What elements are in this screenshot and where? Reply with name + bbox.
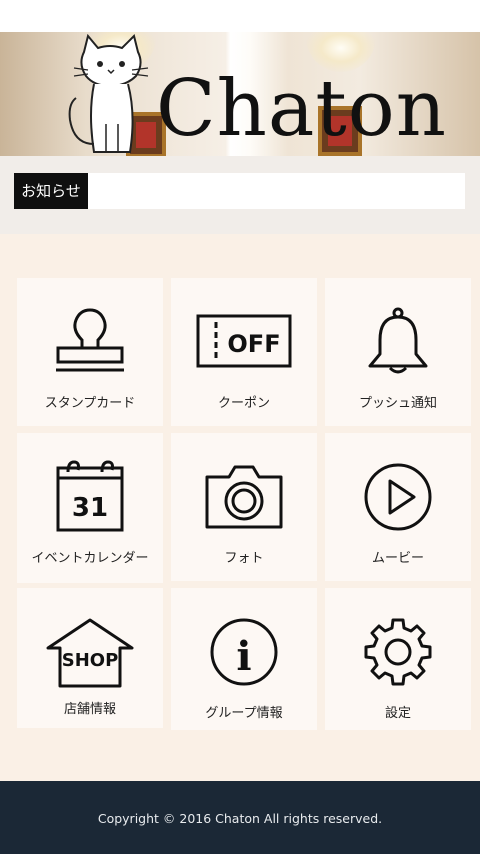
menu-label-event-calendar: イベントカレンダー <box>31 551 149 566</box>
shop-sign-text: SHOP <box>62 650 119 671</box>
info-icon: i <box>171 612 317 692</box>
menu-label-settings: 設定 <box>384 706 411 721</box>
calendar-day-text: 31 <box>72 493 108 523</box>
menu-tile-stamp-card[interactable]: スタンプカード <box>17 278 163 426</box>
notice-ticker[interactable] <box>88 173 465 209</box>
menu-tile-photo[interactable]: フォト <box>171 433 317 581</box>
status-bar <box>0 0 480 32</box>
menu-label-push-notification: プッシュ通知 <box>358 396 437 411</box>
menu-label-stamp-card: スタンプカード <box>44 396 136 411</box>
play-icon <box>325 457 471 537</box>
footer: Copyright © 2016 Chaton All rights reser… <box>0 781 480 854</box>
camera-icon <box>171 457 317 537</box>
shop-icon: SHOP <box>17 612 163 692</box>
gear-icon <box>325 612 471 692</box>
menu-tile-settings[interactable]: 設定 <box>325 588 471 730</box>
header-banner: Chaton <box>0 32 480 156</box>
app-logo: Chaton <box>156 64 447 154</box>
menu-grid: スタンプカード OFF クーポン プッシュ通知 31 イベントカレンダー フォト… <box>0 234 480 781</box>
menu-tile-movie[interactable]: ムービー <box>325 433 471 581</box>
menu-tile-push-notification[interactable]: プッシュ通知 <box>325 278 471 426</box>
coupon-off-text: OFF <box>227 330 280 358</box>
stamp-icon <box>17 302 163 382</box>
bell-icon <box>325 302 471 382</box>
coupon-off-icon: OFF <box>171 302 317 382</box>
copyright-text: Copyright © 2016 Chaton All rights reser… <box>97 811 383 826</box>
menu-label-movie: ムービー <box>371 551 424 566</box>
menu-label-photo: フォト <box>224 551 264 566</box>
menu-label-shop-info: 店舗情報 <box>63 702 116 717</box>
menu-tile-coupon[interactable]: OFF クーポン <box>171 278 317 426</box>
info-letter-text: i <box>236 633 251 680</box>
notice-label: お知らせ <box>14 173 88 209</box>
menu-tile-shop-info[interactable]: SHOP 店舗情報 <box>17 588 163 728</box>
cat-mascot-icon <box>68 34 149 153</box>
menu-tile-group-info[interactable]: i グループ情報 <box>171 588 317 730</box>
menu-label-group-info: グループ情報 <box>205 706 283 721</box>
menu-tile-event-calendar[interactable]: 31 イベントカレンダー <box>17 433 163 583</box>
menu-label-coupon: クーポン <box>217 396 270 411</box>
calendar-icon: 31 <box>17 457 163 537</box>
